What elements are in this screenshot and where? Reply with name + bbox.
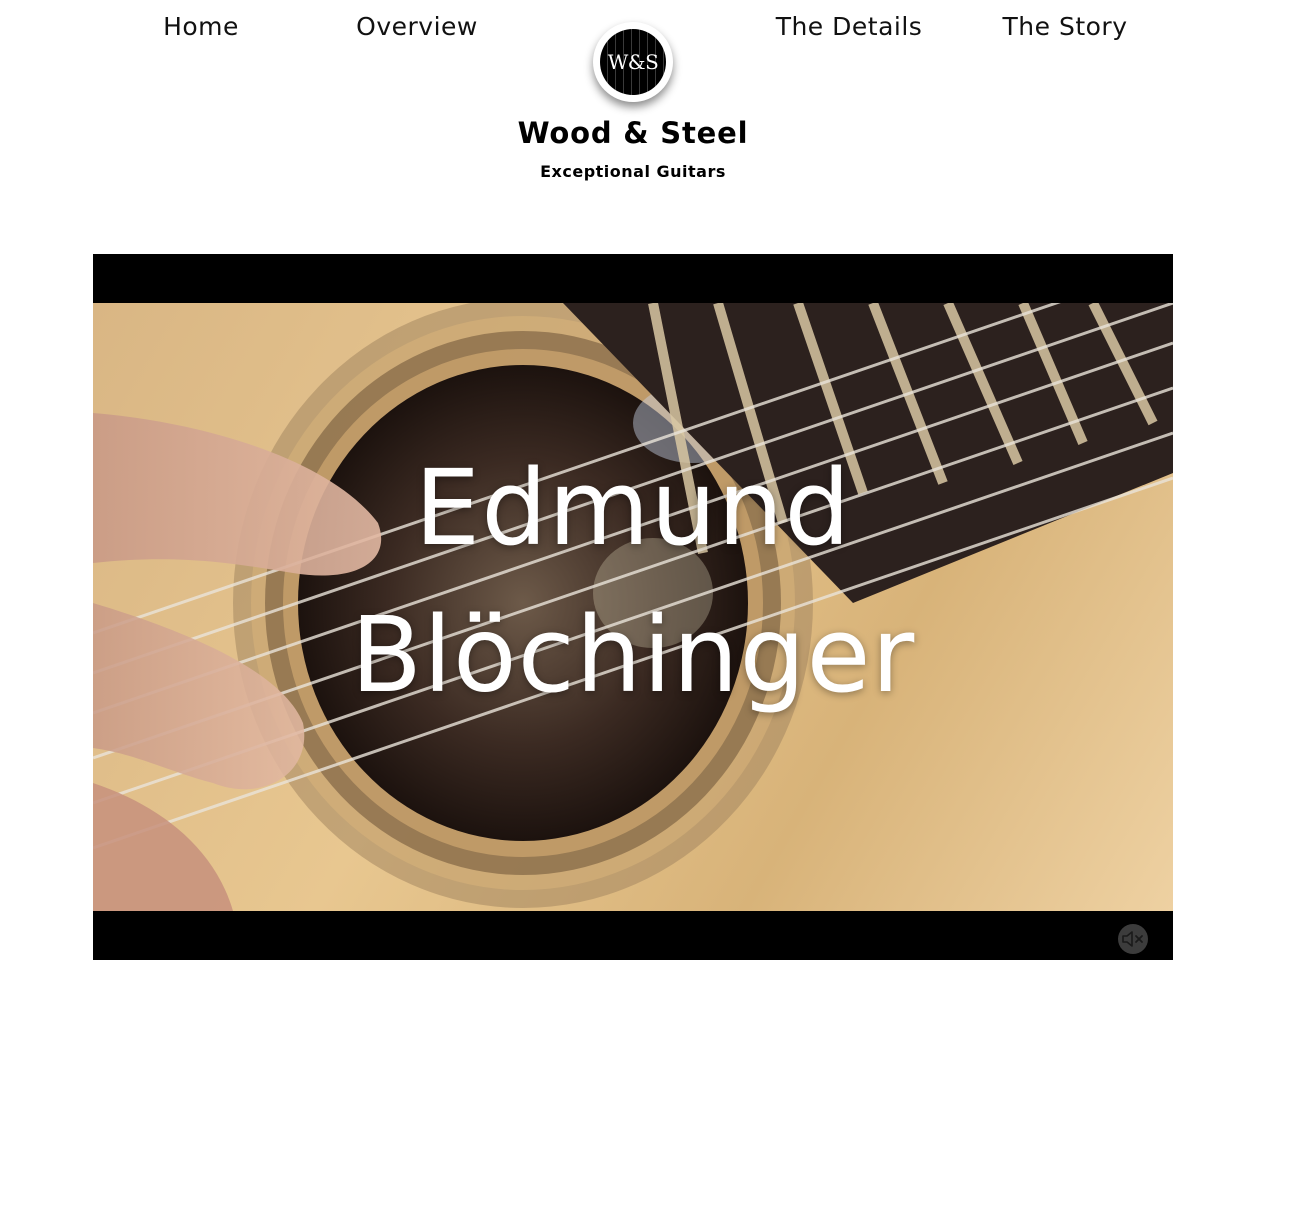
video-player[interactable]: Edmund Blöchinger: [93, 254, 1173, 960]
site-subtitle: Exceptional Guitars: [540, 162, 726, 181]
page: Home Overview The Details The Story W&S …: [0, 0, 1289, 1224]
nav-story-link[interactable]: The Story: [1003, 12, 1128, 41]
site-logo[interactable]: W&S: [593, 22, 673, 102]
video-caption-line2: Blöchinger: [350, 594, 916, 716]
nav-details-link[interactable]: The Details: [776, 12, 923, 41]
volume-muted-icon: [1122, 931, 1143, 947]
video-frame: Edmund Blöchinger: [93, 303, 1173, 911]
unmute-button[interactable]: [1118, 924, 1148, 954]
logo-text: W&S: [607, 50, 659, 74]
video-caption-line1: Edmund: [414, 447, 852, 569]
site-title: Wood & Steel: [517, 116, 749, 150]
nav-overview-link[interactable]: Overview: [356, 12, 478, 41]
nav-home-link[interactable]: Home: [163, 12, 239, 41]
guitar-strings-logo-icon: W&S: [600, 29, 666, 95]
